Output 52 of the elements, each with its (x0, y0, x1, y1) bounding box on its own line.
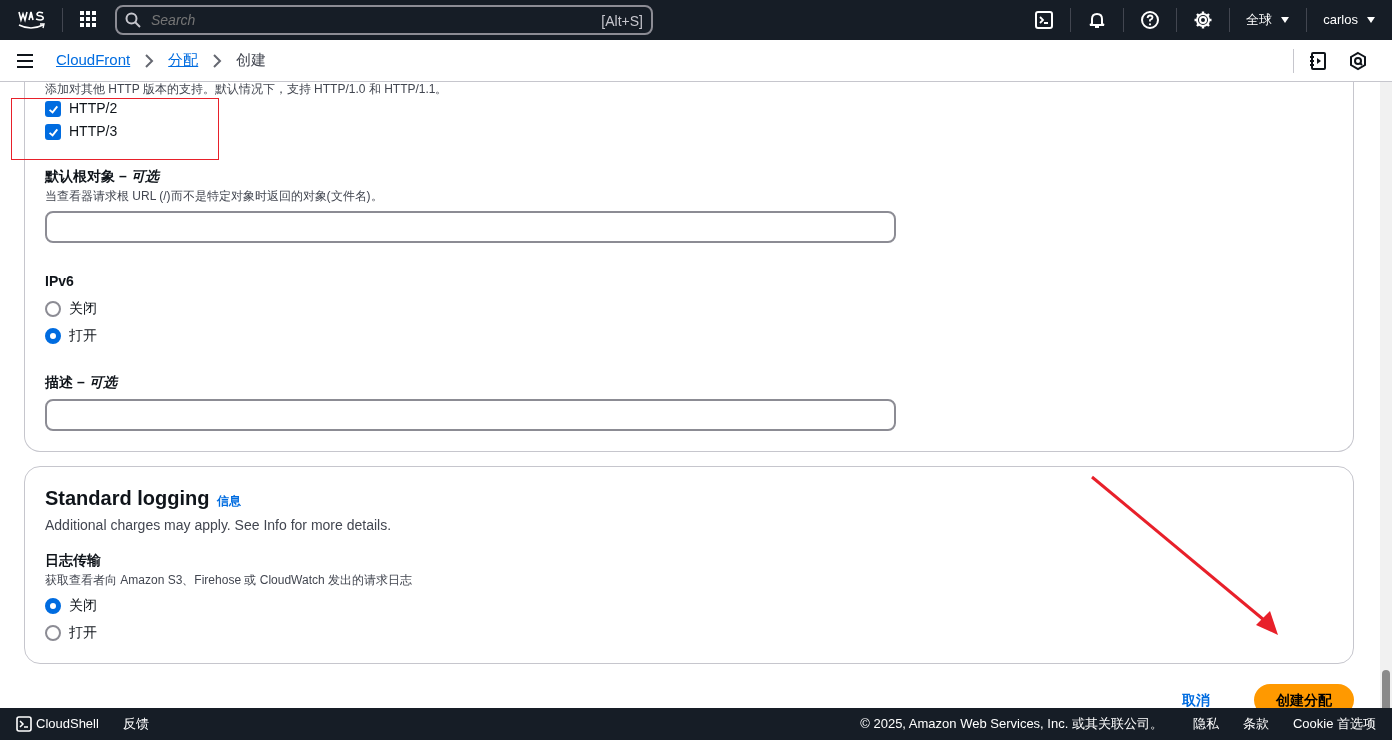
notebook-panel-icon[interactable] (1308, 50, 1328, 71)
radio-button[interactable] (45, 624, 61, 641)
caret-icon (1366, 15, 1376, 25)
apps-grid-icon[interactable] (79, 10, 99, 30)
checkbox[interactable] (45, 100, 61, 117)
input-field[interactable] (45, 211, 896, 243)
hexagon-panel-icon[interactable] (1348, 50, 1368, 71)
input-field[interactable] (45, 399, 896, 431)
feedback-link[interactable]: 反馈 (122, 714, 149, 734)
create-button[interactable]: 创建分配 (1254, 684, 1354, 708)
radio-label: 打开 (69, 326, 97, 345)
search-icon (125, 12, 141, 28)
help-text: 当查看器请求根 URL (/)而不是特定对象时返回的对象(文件名)。 (45, 188, 384, 205)
breadcrumb-link[interactable]: CloudFront (56, 49, 131, 72)
info-link[interactable]: 信息 (217, 492, 242, 510)
radio-button[interactable] (45, 327, 61, 344)
region-menu[interactable]: 全球 (1246, 10, 1291, 30)
field-label: 描述 – 可选 (45, 373, 120, 392)
footer-link[interactable]: 隐私 (1192, 714, 1219, 734)
footer-link[interactable]: Cookie 首选项 (1292, 714, 1376, 734)
checkbox-label: HTTP/2 (69, 99, 118, 118)
cancel-button[interactable]: 取消 (1162, 685, 1230, 708)
radio-label: 打开 (69, 623, 97, 642)
user-menu[interactable]: carlos (1323, 10, 1376, 30)
checkbox[interactable] (45, 123, 61, 140)
panel-title: Standard logging (45, 486, 210, 511)
field-label: IPv6 (45, 272, 75, 291)
settings-icon[interactable] (1193, 10, 1214, 30)
breadcrumb-link[interactable]: 分配 (168, 49, 199, 72)
shortcut-hint: [Alt+S] (601, 12, 643, 31)
copyright-text: © 2025, Amazon Web Services, Inc. 或其关联公司。 (860, 715, 1163, 734)
chevron-icon (144, 53, 155, 68)
terminal-icon (16, 716, 32, 732)
chevron-icon (212, 53, 223, 68)
radio-button[interactable] (45, 300, 61, 317)
breadcrumb-current: 创建 (236, 50, 267, 71)
cloudshell-link[interactable]: CloudShell (16, 714, 99, 734)
caret-icon (1280, 15, 1291, 25)
checkbox-label: HTTP/3 (69, 122, 118, 141)
footer-link[interactable]: 条款 (1242, 714, 1269, 734)
radio-button[interactable] (45, 597, 61, 614)
radio-label: 关闭 (69, 596, 97, 615)
radio-label: 关闭 (69, 299, 97, 318)
field-label: 日志传输 (45, 551, 102, 570)
terminal-icon[interactable] (1034, 10, 1055, 30)
menu-icon[interactable] (16, 52, 34, 69)
scrollbar[interactable] (1380, 82, 1392, 708)
panel-description: Additional charges may apply. See Info for more details. (45, 516, 393, 535)
help-text: 获取查看者向 Amazon S3、Firehose 或 CloudWatch 发出的请求日志 (45, 572, 413, 589)
help-text: 添加对其他 HTTP 版本的支持。默认情况下，支持 HTTP/1.0 和 HTTP/1.1。 (45, 82, 449, 96)
field-label: 默认根对象 – 可选 (45, 167, 162, 186)
help-icon[interactable] (1140, 10, 1161, 30)
